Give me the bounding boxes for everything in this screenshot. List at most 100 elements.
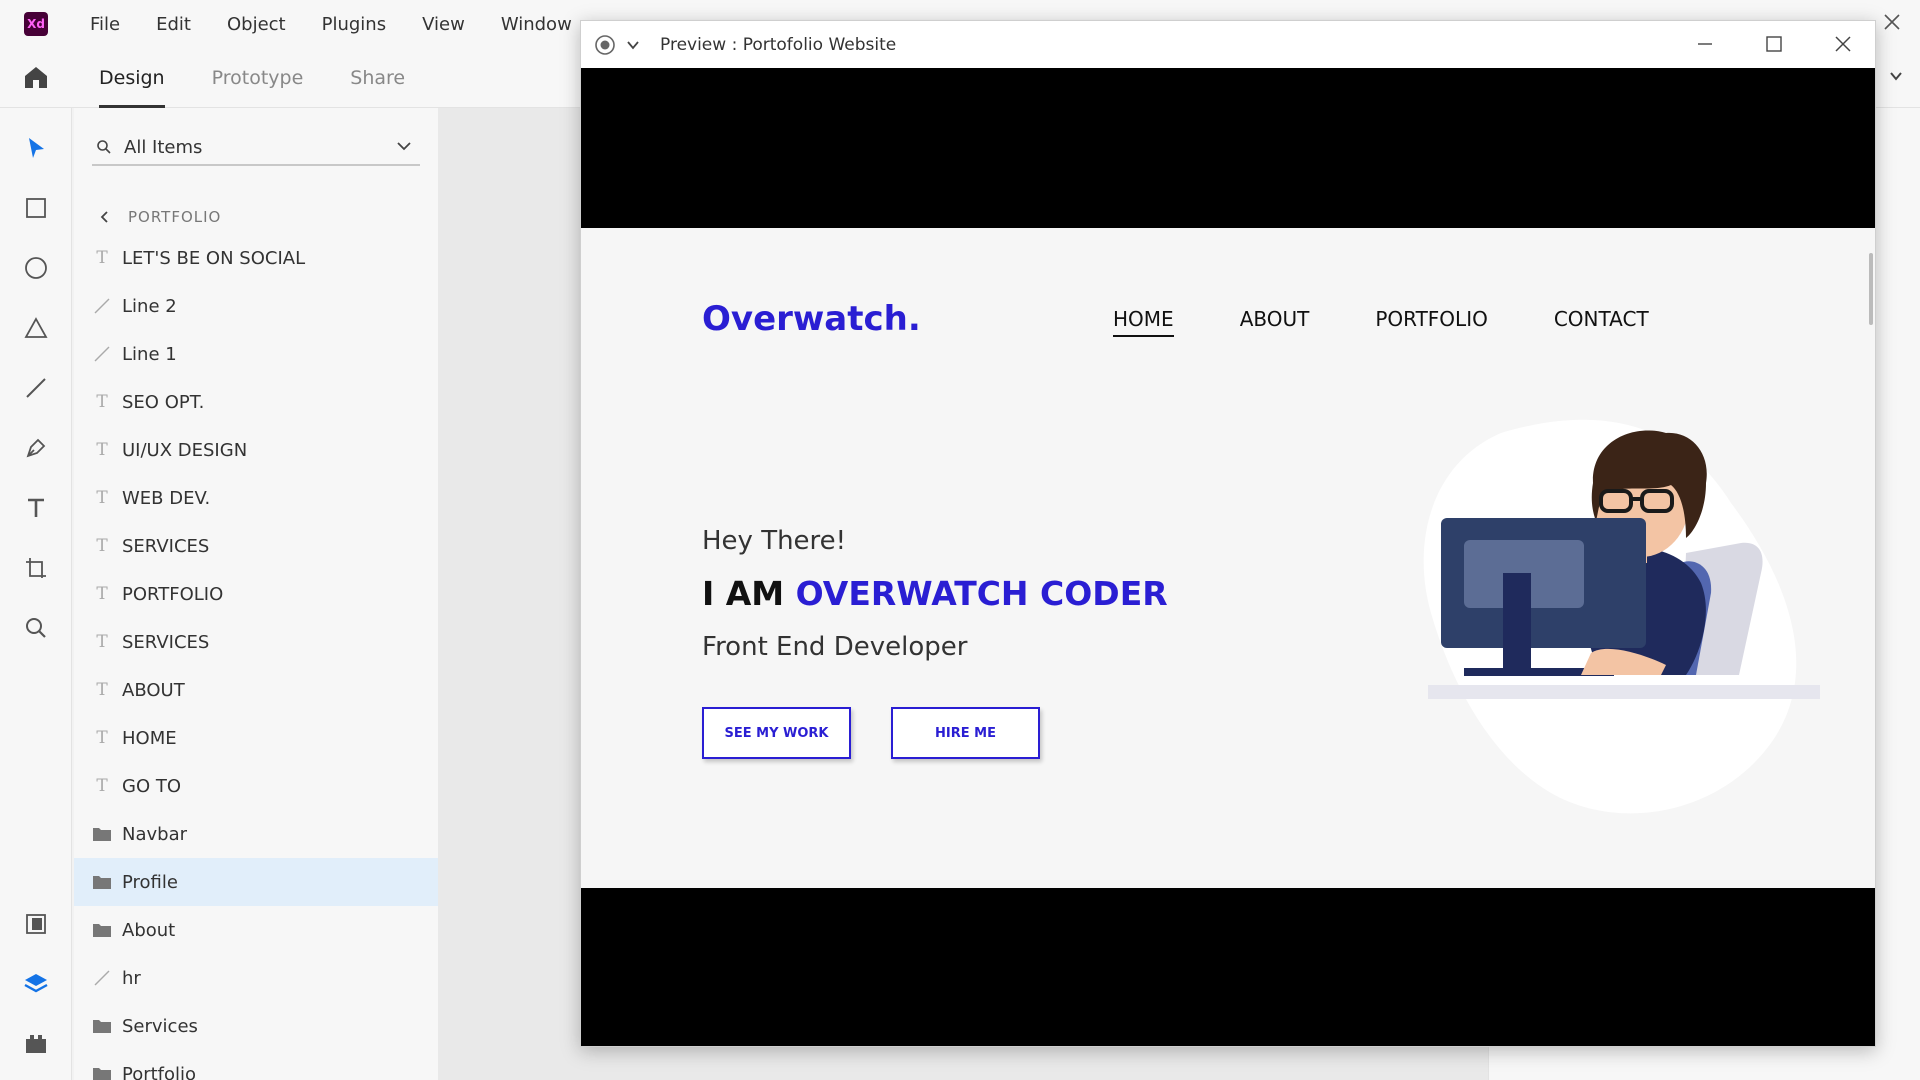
layer-row[interactable]: T SERVICES: [74, 522, 438, 570]
line-layer-icon: [92, 344, 112, 364]
layer-label: GO TO: [122, 775, 182, 797]
text-layer-icon: T: [96, 440, 108, 460]
site-logo[interactable]: Overwatch.: [702, 299, 921, 339]
layer-row[interactable]: Line 1: [74, 330, 438, 378]
minimize-icon[interactable]: [1694, 33, 1716, 55]
nav-home[interactable]: HOME: [1113, 307, 1174, 337]
pen-tool-icon[interactable]: [22, 434, 50, 462]
layer-row[interactable]: T LET'S BE ON SOCIAL: [74, 234, 438, 282]
layer-label: Navbar: [122, 823, 188, 845]
close-icon[interactable]: [1832, 33, 1854, 55]
menu-window[interactable]: Window: [501, 14, 572, 35]
layer-row[interactable]: T HOME: [74, 714, 438, 762]
chevron-left-icon[interactable]: [98, 210, 112, 224]
desk-surface: [1428, 685, 1820, 699]
search-icon: [97, 140, 111, 154]
layer-row[interactable]: T WEB DEV.: [74, 474, 438, 522]
zoom-tool-icon[interactable]: [22, 614, 50, 642]
hero-headline: I AM OVERWATCH CODER: [702, 574, 1168, 613]
tab-prototype[interactable]: Prototype: [212, 48, 304, 108]
ellipse-tool-icon[interactable]: [22, 254, 50, 282]
letterbox-top: [581, 68, 1875, 228]
artboard-tool-icon[interactable]: [22, 554, 50, 582]
chevron-down-icon: [397, 142, 411, 151]
nav-portfolio[interactable]: PORTFOLIO: [1375, 307, 1488, 335]
preview-title: Preview : Portofolio Website: [660, 34, 897, 55]
tab-share[interactable]: Share: [350, 48, 405, 108]
menu-edit[interactable]: Edit: [156, 14, 191, 35]
breadcrumb-label: PORTFOLIO: [128, 208, 222, 226]
layer-row[interactable]: hr: [74, 954, 438, 1002]
select-tool-icon[interactable]: [22, 134, 50, 162]
hire-me-button[interactable]: HIRE ME: [891, 707, 1040, 759]
preview-scrollbar[interactable]: [1869, 253, 1873, 325]
assets-icon[interactable]: [22, 910, 50, 938]
preview-titlebar[interactable]: Preview : Portofolio Website: [581, 21, 1875, 68]
layer-row[interactable]: Navbar: [74, 810, 438, 858]
record-icon[interactable]: [594, 34, 616, 56]
text-layer-icon: T: [96, 392, 108, 412]
workspace-tabs: Design Prototype Share: [99, 48, 452, 108]
text-layer-icon: T: [96, 536, 108, 556]
layers-filter-value: All Items: [124, 136, 203, 158]
nav-about[interactable]: ABOUT: [1240, 307, 1310, 335]
text-layer-icon: T: [96, 584, 108, 604]
nav-contact[interactable]: CONTACT: [1554, 307, 1649, 335]
layer-label: SERVICES: [122, 535, 210, 557]
layers-breadcrumb[interactable]: PORTFOLIO: [98, 208, 221, 226]
layer-label: About: [122, 919, 176, 941]
layer-row[interactable]: Line 2: [74, 282, 438, 330]
line-tool-icon[interactable]: [22, 374, 50, 402]
layer-row[interactable]: T SERVICES: [74, 618, 438, 666]
layer-list: T LET'S BE ON SOCIAL Line 2 Line 1 T SEO OPT.…: [74, 234, 438, 1080]
hero-headline-name: OVERWATCH CODER: [795, 574, 1168, 613]
plugins-icon[interactable]: [22, 1030, 50, 1058]
layer-label: LET'S BE ON SOCIAL: [122, 247, 306, 269]
layer-label: SERVICES: [122, 631, 210, 653]
menu-object[interactable]: Object: [227, 14, 286, 35]
chevron-down-icon[interactable]: [1888, 68, 1904, 84]
home-icon[interactable]: [22, 64, 50, 90]
layer-row[interactable]: Portfolio: [74, 1050, 438, 1080]
line-layer-icon: [92, 296, 112, 316]
layer-row[interactable]: T GO TO: [74, 762, 438, 810]
layer-row[interactable]: Profile: [74, 858, 438, 906]
text-layer-icon: T: [96, 488, 108, 508]
see-my-work-button[interactable]: SEE MY WORK: [702, 707, 851, 759]
text-tool-icon[interactable]: [22, 494, 50, 522]
layer-row[interactable]: T SEO OPT.: [74, 378, 438, 426]
xd-logo: Xd: [24, 12, 48, 36]
monitor-stand: [1503, 573, 1531, 671]
layer-row[interactable]: T PORTFOLIO: [74, 570, 438, 618]
layer-label: Line 1: [122, 343, 177, 365]
layer-label: Services: [122, 1015, 198, 1037]
polygon-tool-icon[interactable]: [22, 314, 50, 342]
chevron-down-icon[interactable]: [626, 38, 640, 52]
rectangle-tool-icon[interactable]: [22, 194, 50, 222]
layer-label: Profile: [122, 871, 178, 893]
layer-row[interactable]: About: [74, 906, 438, 954]
text-layer-icon: T: [96, 680, 108, 700]
menu-view[interactable]: View: [422, 14, 465, 35]
folder-icon: [92, 920, 112, 940]
website-hero: Overwatch. HOME ABOUT PORTFOLIO CONTACT …: [581, 228, 1875, 888]
hero-headline-prefix: I AM: [702, 574, 796, 613]
layer-row[interactable]: T UI/UX DESIGN: [74, 426, 438, 474]
letterbox-bottom: [581, 888, 1875, 1046]
layer-row[interactable]: Services: [74, 1002, 438, 1050]
hero-role: Front End Developer: [702, 632, 968, 662]
maximize-icon[interactable]: [1763, 33, 1785, 55]
menu-plugins[interactable]: Plugins: [322, 14, 386, 35]
line-layer-icon: [92, 968, 112, 988]
layers-filter-dropdown[interactable]: All Items: [92, 130, 420, 166]
layer-label: ABOUT: [122, 679, 185, 701]
app-close-icon[interactable]: [1882, 12, 1902, 32]
hero-greeting: Hey There!: [702, 526, 847, 556]
layer-label: Line 2: [122, 295, 177, 317]
layer-row[interactable]: T ABOUT: [74, 666, 438, 714]
layers-icon[interactable]: [22, 970, 50, 998]
tab-design[interactable]: Design: [99, 48, 165, 108]
layer-label: PORTFOLIO: [122, 583, 224, 605]
text-layer-icon: T: [96, 632, 108, 652]
menu-file[interactable]: File: [90, 14, 120, 35]
